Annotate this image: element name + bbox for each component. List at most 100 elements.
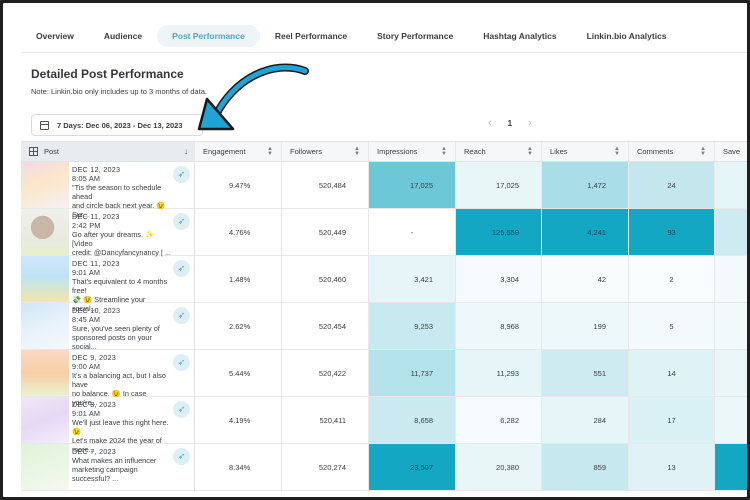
column-header-engagement[interactable]: Engagement ▲ ▼ [195, 142, 282, 162]
likes-cell: 1,472 [542, 162, 629, 208]
post-caption: marketing campaign successful? ... [72, 465, 138, 483]
sort-down-icon[interactable]: ↓ [184, 147, 188, 156]
tab-reel-performance[interactable]: Reel Performance [260, 25, 362, 47]
table-row[interactable]: DEC 10, 2023 8:45 AM Sure, you've seen ple… [21, 303, 747, 351]
post-time: 9:01 AM [72, 268, 101, 277]
table-row[interactable]: DEC 11, 2023 2:42 PM Go after your dreams.… [21, 209, 747, 257]
post-cell[interactable]: DEC 7, 2023 What makes an influencer marke… [21, 444, 195, 491]
tab-story-performance[interactable]: Story Performance [362, 25, 468, 47]
post-caption: That's equivalent to 4 months free! [72, 277, 168, 295]
impressions-cell: 8,658 [369, 397, 456, 443]
column-header-comments[interactable]: Comments ▲ ▼ [629, 142, 715, 162]
open-post-icon[interactable]: ➶ [173, 307, 190, 324]
post-thumbnail[interactable] [21, 209, 69, 255]
reach-cell: 17,025 [456, 162, 542, 208]
date-range-label: 7 Days: Dec 06, 2023 - Dec 13, 2023 [57, 120, 183, 130]
tab-post-performance[interactable]: Post Performance [157, 24, 260, 47]
table-row[interactable]: DEC 12, 2023 8:05 AM "Tis the season to sc… [21, 162, 747, 219]
column-header-impressions[interactable]: Impressions ▲ ▼ [369, 142, 456, 162]
chevron-left-icon[interactable]: ‹ [488, 117, 492, 129]
tab-audience[interactable]: Audience [89, 25, 157, 47]
tab-linkin-bio-analytics[interactable]: Linkin.bio Analytics [572, 25, 682, 47]
open-post-icon[interactable]: ➶ [173, 213, 190, 230]
post-text: DEC 10, 2023 8:45 AM Sure, you've seen ple… [72, 306, 172, 351]
post-cell[interactable]: DEC 10, 2023 8:45 AM Sure, you've seen ple… [21, 303, 195, 351]
post-date: DEC 12, 2023 [72, 165, 121, 174]
column-header-label: Comments [637, 147, 674, 156]
post-cell[interactable]: DEC 8, 2023 9:01 AM We'll just leave this … [21, 397, 195, 454]
open-post-icon[interactable]: ➶ [173, 448, 190, 465]
reach-cell: 3,304 [456, 256, 542, 302]
followers-cell: 520,274 [282, 444, 369, 490]
pagination: ‹ 1 › [488, 117, 532, 129]
followers-cell: 520,449 [282, 209, 369, 255]
post-caption: Sure, you've seen plenty of [72, 324, 160, 333]
post-thumbnail[interactable] [21, 256, 69, 302]
followers-cell: 520,484 [282, 162, 369, 208]
post-thumbnail[interactable] [21, 162, 69, 208]
column-header-followers[interactable]: Followers ▲ ▼ [282, 142, 369, 162]
column-header-reach[interactable]: Reach ▲ ▼ [456, 142, 542, 162]
column-header-label: Engagement [203, 147, 246, 156]
sort-icon: ▲ ▼ [354, 146, 360, 157]
post-caption: We'll just leave this right here. 😉 [72, 418, 169, 436]
likes-cell: 199 [542, 303, 629, 349]
post-cell[interactable]: DEC 12, 2023 8:05 AM "Tis the season to sc… [21, 162, 195, 219]
comments-cell: 13 [629, 444, 715, 490]
engagement-cell: 4.19% [195, 397, 282, 443]
impressions-cell: 9,253 [369, 303, 456, 349]
column-header-post[interactable]: Post ↓ [21, 142, 195, 162]
post-thumbnail[interactable] [21, 303, 69, 349]
date-range-picker[interactable]: 7 Days: Dec 06, 2023 - Dec 13, 2023 [31, 114, 203, 136]
post-cell[interactable]: DEC 11, 2023 9:01 AM That's equivalent to … [21, 256, 195, 313]
engagement-cell: 4.76% [195, 209, 282, 255]
page-title: Detailed Post Performance [31, 67, 184, 81]
annotation-arrow [197, 63, 309, 131]
engagement-cell: 9.47% [195, 162, 282, 208]
tab-overview[interactable]: Overview [21, 25, 89, 47]
impressions-cell: 17,025 [369, 162, 456, 208]
post-performance-table: Post ↓ Engagement ▲ ▼ Followers ▲ ▼ Impressi… [21, 141, 747, 497]
post-thumbnail[interactable] [21, 397, 69, 443]
table-row[interactable]: DEC 7, 2023 What makes an influencer marke… [21, 444, 747, 491]
tab-hashtag-analytics[interactable]: Hashtag Analytics [468, 25, 571, 47]
open-post-icon[interactable]: ➶ [173, 260, 190, 277]
open-post-icon[interactable]: ➶ [173, 166, 190, 183]
reach-cell: 6,282 [456, 397, 542, 443]
column-header-label: Save [723, 147, 741, 156]
column-header-likes[interactable]: Likes ▲ ▼ [542, 142, 629, 162]
sort-icon: ▲ ▼ [527, 146, 533, 157]
table-row[interactable]: DEC 11, 2023 9:01 AM That's equivalent to … [21, 256, 747, 313]
open-post-icon[interactable]: ➶ [173, 354, 190, 371]
saves-cell [715, 162, 747, 208]
impressions-cell: 11,737 [369, 350, 456, 396]
engagement-cell: 5.44% [195, 350, 282, 396]
comments-cell: 93 [629, 209, 715, 255]
comments-cell: 24 [629, 162, 715, 208]
followers-cell: 520,460 [282, 256, 369, 302]
reach-cell: 20,380 [456, 444, 542, 490]
likes-cell: 4,241 [542, 209, 629, 255]
table-row[interactable]: DEC 9, 2023 9:00 AM It's a balancing act, … [21, 350, 747, 407]
post-date: DEC 10, 2023 [72, 306, 121, 315]
chevron-right-icon[interactable]: › [528, 117, 532, 129]
engagement-cell: 1.48% [195, 256, 282, 302]
post-date: DEC 7, 2023 [72, 447, 116, 456]
open-post-icon[interactable]: ➶ [173, 401, 190, 418]
table-row[interactable]: DEC 8, 2023 9:01 AM We'll just leave this … [21, 397, 747, 454]
sort-icon: ▲ ▼ [700, 146, 706, 157]
engagement-cell: 2.62% [195, 303, 282, 349]
column-header-saves[interactable]: Save [715, 142, 747, 162]
likes-cell: 284 [542, 397, 629, 443]
app-frame: Overview Audience Post Performance Reel Per… [0, 0, 750, 500]
column-header-label: Impressions [377, 147, 418, 156]
post-cell[interactable]: DEC 11, 2023 2:42 PM Go after your dreams.… [21, 209, 195, 257]
followers-cell: 520,422 [282, 350, 369, 396]
post-date: DEC 11, 2023 [72, 259, 120, 268]
post-cell[interactable]: DEC 9, 2023 9:00 AM It's a balancing act, … [21, 350, 195, 407]
post-thumbnail[interactable] [21, 350, 69, 396]
saves-cell [715, 256, 747, 302]
post-thumbnail[interactable] [21, 444, 69, 490]
comments-cell: 2 [629, 256, 715, 302]
post-date: DEC 9, 2023 [72, 353, 116, 362]
